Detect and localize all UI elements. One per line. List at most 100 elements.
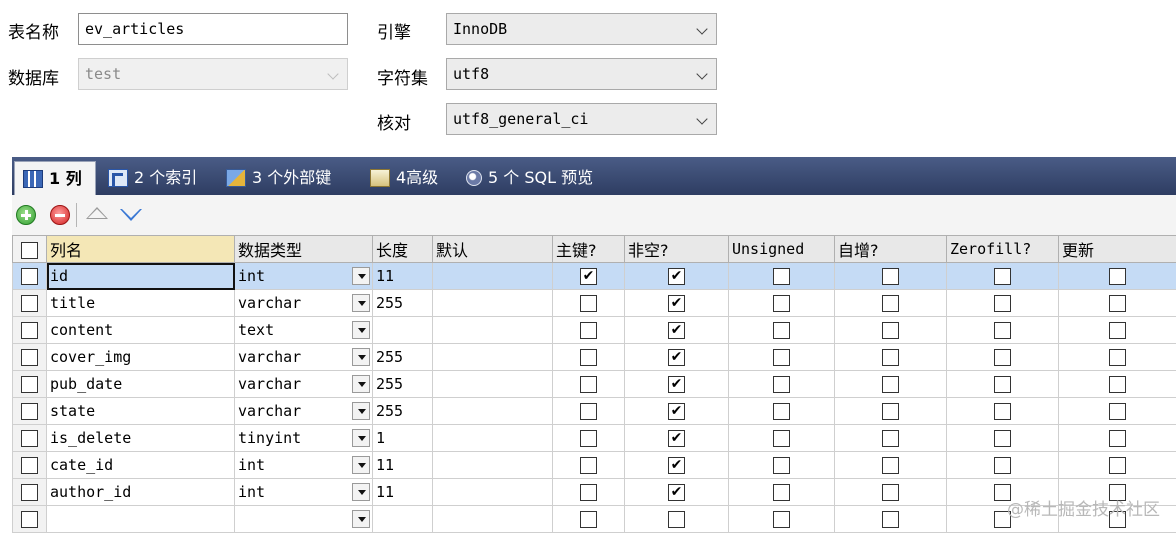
checkbox[interactable] bbox=[994, 403, 1011, 420]
cell-unsigned-checkbox[interactable] bbox=[728, 289, 835, 317]
checkbox[interactable] bbox=[882, 457, 899, 474]
cell-update-checkbox[interactable] bbox=[1058, 316, 1176, 344]
table-row[interactable]: cover_img varchar 255 ✔ bbox=[12, 343, 1176, 371]
checkbox[interactable] bbox=[882, 484, 899, 501]
cell-unsigned-checkbox[interactable] bbox=[728, 343, 835, 371]
cell-data-type[interactable]: varchar bbox=[234, 397, 373, 425]
cell-update-checkbox[interactable] bbox=[1058, 397, 1176, 425]
cell-default[interactable] bbox=[432, 397, 553, 425]
cell-zerofill-checkbox[interactable] bbox=[946, 343, 1059, 371]
cell-primary-checkbox[interactable] bbox=[552, 370, 625, 398]
tab-foreign-keys[interactable]: 3 个外部键 bbox=[218, 161, 358, 195]
cell-column-name[interactable]: pub_date bbox=[46, 370, 235, 398]
cell-default[interactable] bbox=[432, 505, 553, 533]
charset-select[interactable]: utf8 bbox=[446, 58, 717, 90]
row-select-checkbox[interactable] bbox=[12, 478, 47, 506]
row-select-checkbox[interactable] bbox=[12, 370, 47, 398]
cell-unsigned-checkbox[interactable] bbox=[728, 478, 835, 506]
cell-primary-checkbox[interactable] bbox=[552, 316, 625, 344]
cell-column-name[interactable]: cover_img bbox=[46, 343, 235, 371]
cell-data-type[interactable]: tinyint bbox=[234, 424, 373, 452]
cell-default[interactable] bbox=[432, 370, 553, 398]
checkbox[interactable]: ✔ bbox=[668, 457, 685, 474]
table-row[interactable]: cate_id int 11 ✔ bbox=[12, 451, 1176, 479]
header-primary-key[interactable]: 主键? bbox=[552, 235, 625, 263]
checkbox[interactable] bbox=[773, 511, 790, 528]
checkbox[interactable] bbox=[1109, 295, 1126, 312]
cell-length[interactable]: 11 bbox=[372, 451, 433, 479]
checkbox[interactable] bbox=[994, 268, 1011, 285]
checkbox[interactable] bbox=[580, 430, 597, 447]
dropdown-arrow-icon[interactable] bbox=[352, 375, 370, 393]
cell-primary-checkbox[interactable]: ✔ bbox=[552, 262, 625, 290]
cell-length[interactable] bbox=[372, 505, 433, 533]
cell-length[interactable]: 255 bbox=[372, 343, 433, 371]
dropdown-arrow-icon[interactable] bbox=[352, 321, 370, 339]
cell-default[interactable] bbox=[432, 343, 553, 371]
row-select-checkbox[interactable] bbox=[12, 316, 47, 344]
checkbox[interactable]: ✔ bbox=[668, 484, 685, 501]
cell-length[interactable]: 255 bbox=[372, 289, 433, 317]
cell-update-checkbox[interactable] bbox=[1058, 343, 1176, 371]
checkbox[interactable] bbox=[773, 295, 790, 312]
checkbox[interactable]: ✔ bbox=[668, 268, 685, 285]
cell-zerofill-checkbox[interactable] bbox=[946, 370, 1059, 398]
table-name-input[interactable]: ev_articles bbox=[78, 13, 348, 45]
cell-data-type[interactable]: varchar bbox=[234, 370, 373, 398]
dropdown-arrow-icon[interactable] bbox=[352, 348, 370, 366]
cell-data-type[interactable]: varchar bbox=[234, 289, 373, 317]
checkbox[interactable] bbox=[1109, 376, 1126, 393]
tab-columns[interactable]: 1 列 bbox=[14, 161, 96, 195]
cell-zerofill-checkbox[interactable] bbox=[946, 262, 1059, 290]
cell-default[interactable] bbox=[432, 262, 553, 290]
header-data-type[interactable]: 数据类型 bbox=[234, 235, 373, 263]
table-row[interactable] bbox=[12, 505, 1176, 533]
cell-column-name[interactable]: id bbox=[46, 262, 235, 290]
cell-default[interactable] bbox=[432, 478, 553, 506]
checkbox[interactable] bbox=[773, 376, 790, 393]
checkbox[interactable] bbox=[580, 457, 597, 474]
header-not-null[interactable]: 非空? bbox=[624, 235, 729, 263]
cell-update-checkbox[interactable] bbox=[1058, 289, 1176, 317]
checkbox[interactable] bbox=[580, 403, 597, 420]
cell-auto-inc-checkbox[interactable] bbox=[834, 478, 947, 506]
remove-icon[interactable] bbox=[50, 205, 70, 225]
table-row[interactable]: title varchar 255 ✔ bbox=[12, 289, 1176, 317]
cell-unsigned-checkbox[interactable] bbox=[728, 397, 835, 425]
cell-length[interactable]: 255 bbox=[372, 370, 433, 398]
cell-data-type[interactable]: int bbox=[234, 451, 373, 479]
dropdown-arrow-icon[interactable] bbox=[352, 267, 370, 285]
checkbox[interactable] bbox=[882, 511, 899, 528]
checkbox[interactable] bbox=[773, 430, 790, 447]
cell-primary-checkbox[interactable] bbox=[552, 343, 625, 371]
cell-not-null-checkbox[interactable] bbox=[624, 505, 729, 533]
checkbox[interactable]: ✔ bbox=[668, 322, 685, 339]
checkbox[interactable] bbox=[773, 322, 790, 339]
cell-update-checkbox[interactable] bbox=[1058, 262, 1176, 290]
dropdown-arrow-icon[interactable] bbox=[352, 483, 370, 501]
cell-unsigned-checkbox[interactable] bbox=[728, 316, 835, 344]
cell-primary-checkbox[interactable] bbox=[552, 478, 625, 506]
table-row[interactable]: content text ✔ bbox=[12, 316, 1176, 344]
tab-indexes[interactable]: 2 个索引 bbox=[100, 161, 212, 195]
checkbox[interactable]: ✔ bbox=[668, 295, 685, 312]
dropdown-arrow-icon[interactable] bbox=[352, 402, 370, 420]
row-select-checkbox[interactable] bbox=[12, 397, 47, 425]
move-up-icon[interactable] bbox=[86, 207, 108, 219]
checkbox[interactable] bbox=[773, 457, 790, 474]
row-select-checkbox[interactable] bbox=[12, 289, 47, 317]
header-default[interactable]: 默认 bbox=[432, 235, 553, 263]
cell-default[interactable] bbox=[432, 289, 553, 317]
tab-sql-preview[interactable]: 5 个 SQL 预览 bbox=[458, 161, 628, 195]
cell-zerofill-checkbox[interactable] bbox=[946, 397, 1059, 425]
collation-select[interactable]: utf8_general_ci bbox=[446, 103, 717, 135]
dropdown-arrow-icon[interactable] bbox=[352, 510, 370, 528]
checkbox[interactable] bbox=[882, 268, 899, 285]
cell-primary-checkbox[interactable] bbox=[552, 289, 625, 317]
row-select-checkbox[interactable] bbox=[12, 262, 47, 290]
cell-length[interactable]: 11 bbox=[372, 478, 433, 506]
cell-not-null-checkbox[interactable]: ✔ bbox=[624, 397, 729, 425]
checkbox[interactable] bbox=[882, 295, 899, 312]
cell-not-null-checkbox[interactable]: ✔ bbox=[624, 478, 729, 506]
cell-zerofill-checkbox[interactable] bbox=[946, 289, 1059, 317]
